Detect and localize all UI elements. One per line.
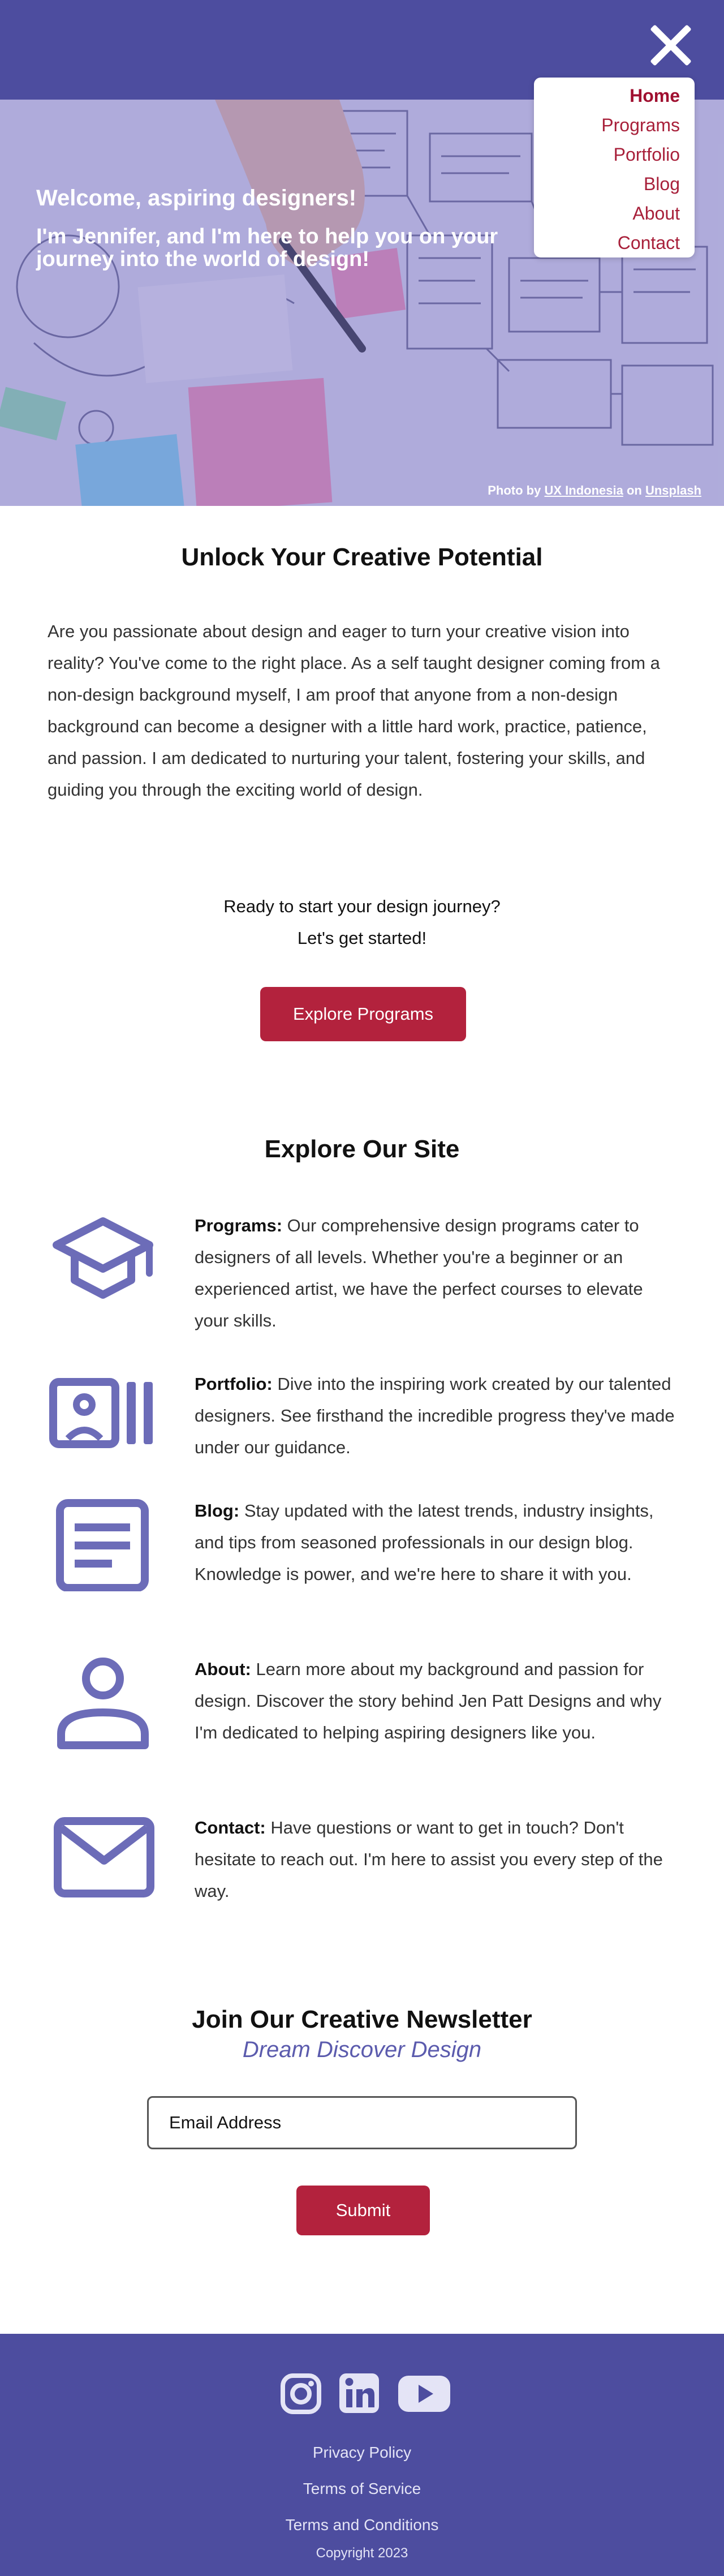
credit-prefix: Photo by <box>488 483 541 497</box>
newsletter-title: Join Our Creative Newsletter <box>192 2006 532 2033</box>
nav-item-blog[interactable]: Blog <box>534 169 680 199</box>
credit-on: on <box>626 483 642 497</box>
explore-label-blog[interactable]: Blog: <box>195 1501 239 1521</box>
explore-desc-about: Learn more about my background and passi… <box>195 1659 662 1742</box>
explore-text-about: About: Learn more about my background an… <box>195 1654 676 1749</box>
mail-icon <box>54 1817 154 1897</box>
ready-line-2: Let's get started! <box>297 928 427 948</box>
explore-label-about[interactable]: About: <box>195 1659 251 1679</box>
explore-programs-button[interactable]: Explore Programs <box>260 987 466 1041</box>
hero-text: Welcome, aspiring designers! I'm Jennife… <box>36 183 545 271</box>
explore-label-contact[interactable]: Contact: <box>195 1818 266 1837</box>
youtube-icon[interactable] <box>397 2370 451 2418</box>
credit-author-link[interactable]: UX Indonesia <box>544 483 623 497</box>
explore-label-programs[interactable]: Programs: <box>195 1216 282 1235</box>
intro-title: Unlock Your Creative Potential <box>181 543 543 571</box>
explore-text-programs: Programs: Our comprehensive design progr… <box>195 1210 676 1337</box>
ready-text: Ready to start your design journey? Let'… <box>0 891 724 954</box>
explore-desc-blog: Stay updated with the latest trends, ind… <box>195 1501 654 1584</box>
ready-line-1: Ready to start your design journey? <box>223 896 501 916</box>
nav-menu: Home Programs Portfolio Blog About Conta… <box>534 78 695 257</box>
hero-intro: I'm Jennifer, and I'm here to help you o… <box>36 225 498 271</box>
nav-item-portfolio[interactable]: Portfolio <box>534 140 680 169</box>
explore-text-contact: Contact: Have questions or want to get i… <box>195 1812 676 1907</box>
submit-button[interactable]: Submit <box>296 2186 430 2235</box>
newsletter-subtitle: Dream Discover Design <box>242 2037 482 2062</box>
hero-welcome: Welcome, aspiring designers! <box>36 186 357 211</box>
explore-text-blog: Blog: Stay updated with the latest trend… <box>195 1495 676 1590</box>
instagram-icon[interactable] <box>281 2370 321 2418</box>
nav-item-about[interactable]: About <box>534 199 680 228</box>
privacy-policy-link[interactable]: Privacy Policy <box>0 2444 724 2462</box>
terms-of-service-link[interactable]: Terms of Service <box>0 2480 724 2498</box>
copyright: Copyright 2023 <box>316 2545 408 2561</box>
graduation-cap-icon <box>53 1217 153 1299</box>
person-icon <box>57 1658 149 1749</box>
nav-item-contact[interactable]: Contact <box>534 228 680 257</box>
nav-item-programs[interactable]: Programs <box>534 110 680 140</box>
terms-and-conditions-link[interactable]: Terms and Conditions <box>0 2516 724 2534</box>
close-icon[interactable] <box>646 22 693 69</box>
footer: Privacy Policy Terms of Service Terms an… <box>0 2334 724 2576</box>
linkedin-icon[interactable] <box>338 2370 380 2418</box>
intro-body: Are you passionate about design and eage… <box>48 621 660 800</box>
nav-item-home[interactable]: Home <box>534 81 680 110</box>
explore-text-portfolio: Portfolio: Dive into the inspiring work … <box>195 1368 676 1463</box>
article-icon <box>56 1499 149 1591</box>
explore-title: Explore Our Site <box>264 1135 460 1163</box>
portfolio-icon <box>49 1378 153 1448</box>
email-field[interactable] <box>147 2096 577 2149</box>
photo-credit: Photo by UX Indonesia on Unsplash <box>488 483 701 498</box>
credit-site-link[interactable]: Unsplash <box>645 483 701 497</box>
explore-label-portfolio[interactable]: Portfolio: <box>195 1374 273 1394</box>
